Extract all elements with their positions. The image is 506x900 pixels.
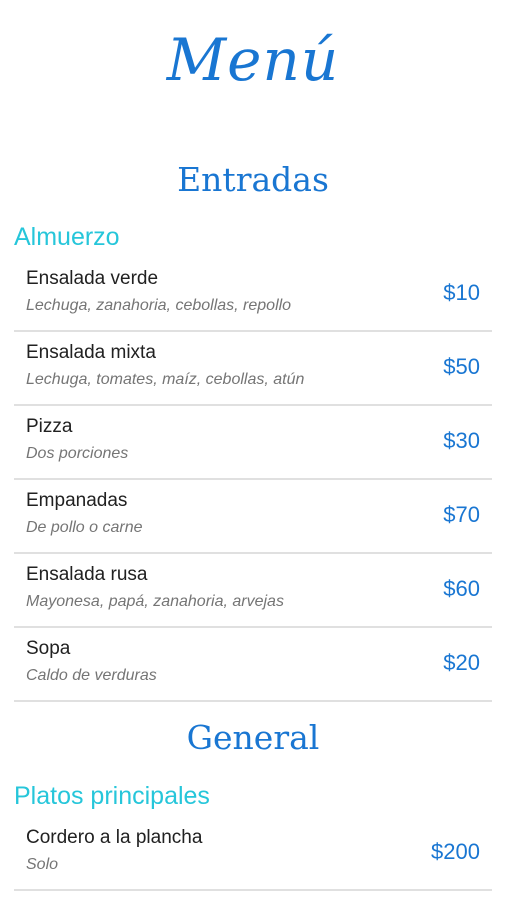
menu-item[interactable]: Cordero a la plancha Solo $200 [14,817,492,891]
item-price: $20 [443,650,480,675]
item-name: Ensalada rusa [26,564,148,585]
category-platos-principales: Platos principales [14,782,210,810]
item-price: $60 [443,576,480,601]
menu-item[interactable]: Empanadas De pollo o carne $70 [14,480,492,554]
item-name: Sopa [26,638,71,659]
menu-item[interactable]: Ensalada verde Lechuga, zanahoria, cebol… [14,258,492,332]
item-price: $30 [443,428,480,453]
item-name: Empanadas [26,490,128,511]
item-name: Pizza [26,416,73,437]
menu-item[interactable]: Ensalada rusa Mayonesa, papá, zanahoria,… [14,554,492,628]
item-name: Cordero a la plancha [26,827,203,848]
item-description: Caldo de verduras [26,667,157,684]
item-price: $200 [431,839,480,864]
section-title-entradas: Entradas [177,160,329,199]
item-description: De pollo o carne [26,519,143,536]
menu-item[interactable]: Ensalada mixta Lechuga, tomates, maíz, c… [14,332,492,406]
item-price: $50 [443,354,480,379]
item-description: Lechuga, tomates, maíz, cebollas, atún [26,371,305,388]
general-list: Cordero a la plancha Solo $200 [14,817,492,891]
item-description: Lechuga, zanahoria, cebollas, repollo [26,297,292,314]
item-name: Ensalada verde [26,268,159,289]
menu-page: Menú Entradas Almuerzo Ensalada verde Le… [0,0,506,900]
entradas-list: Ensalada verde Lechuga, zanahoria, cebol… [14,258,492,702]
item-price: $10 [443,280,480,305]
item-description: Mayonesa, papá, zanahoria, arvejas [26,593,284,610]
item-description: Solo [26,856,59,873]
page-title: Menú [166,26,340,94]
item-name: Ensalada mixta [26,342,156,363]
menu-item[interactable]: Sopa Caldo de verduras $20 [14,628,492,702]
section-title-general: General [186,718,320,757]
menu-item[interactable]: Pizza Dos porciones $30 [14,406,492,480]
item-description: Dos porciones [26,445,129,462]
category-almuerzo: Almuerzo [14,223,120,251]
item-price: $70 [443,502,480,527]
